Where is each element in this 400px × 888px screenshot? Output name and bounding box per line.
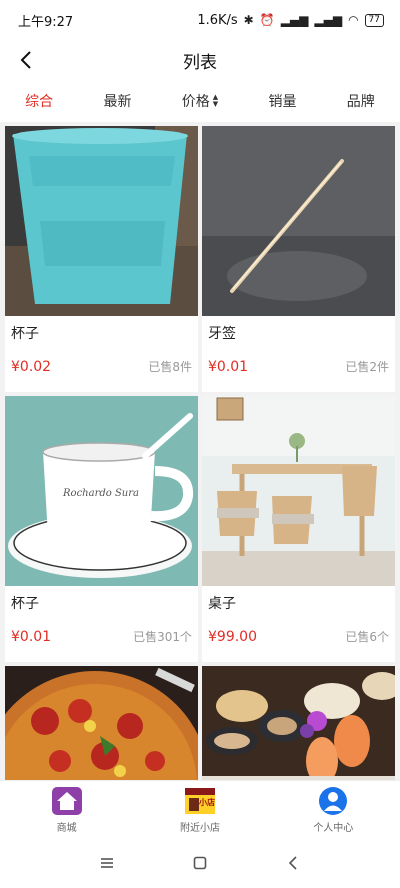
product-sold: 已售301个 xyxy=(133,630,192,644)
tab-label: 个人中心 xyxy=(313,822,354,834)
menu-icon xyxy=(100,858,113,868)
product-sold: 已售2件 xyxy=(345,360,389,374)
sort-newest[interactable]: 最新 xyxy=(103,91,131,111)
product-image-toothpick xyxy=(202,126,395,316)
product-card[interactable]: 桌子 ¥99.00 已售6个 xyxy=(202,396,395,662)
battery-icon: 77 xyxy=(364,13,384,27)
product-price: ¥99.00 xyxy=(208,628,257,645)
sort-brand[interactable]: 品牌 xyxy=(347,91,375,111)
cup-print: Rochardo Sura xyxy=(63,488,139,499)
product-sold: 已售8件 xyxy=(148,360,192,374)
product-image-blue-cup xyxy=(5,126,198,316)
menu-button[interactable] xyxy=(87,843,127,883)
sort-comprehensive[interactable]: 综合 xyxy=(25,91,53,111)
system-nav-bar xyxy=(0,838,400,888)
status-time: 上午9:27 xyxy=(18,14,74,30)
product-card[interactable]: 杯子 ¥0.02 已售8件 xyxy=(5,126,198,392)
tab-profile[interactable]: 个人中心 xyxy=(278,786,388,834)
sort-price[interactable]: 价格 ▲ ▼ xyxy=(182,91,218,111)
sort-sales[interactable]: 销量 xyxy=(268,91,296,111)
product-sold: 已售6个 xyxy=(345,630,389,644)
home-button[interactable] xyxy=(180,843,220,883)
tab-label: 商城 xyxy=(56,822,77,834)
chevron-left-icon xyxy=(20,51,31,69)
tab-bar: 商城 小店 附近小店 个人中心 xyxy=(0,780,400,838)
product-name: 桌子 xyxy=(208,596,236,612)
product-image-pizza xyxy=(5,666,198,780)
user-icon xyxy=(316,786,350,816)
alarm-icon: ⏰ xyxy=(259,13,275,27)
tab-mall[interactable]: 商城 xyxy=(12,786,122,834)
product-name: 牙签 xyxy=(208,326,236,342)
signal-2-icon: ▂▄▆ xyxy=(314,13,343,27)
back-button[interactable] xyxy=(12,46,40,74)
product-price: ¥0.02 xyxy=(11,358,52,375)
product-image-coffee-cup: Rochardo Sura xyxy=(5,396,198,586)
product-price: ¥0.01 xyxy=(11,628,52,645)
product-name: 杯子 xyxy=(11,326,39,342)
product-image-dining-table xyxy=(202,396,395,586)
bluetooth-icon: ✱ xyxy=(243,13,254,27)
signal-icon: ▂▄▆ xyxy=(280,13,309,27)
chevron-left-icon xyxy=(289,856,297,870)
nav-bar: 列表 xyxy=(0,40,400,80)
product-price: ¥0.01 xyxy=(208,358,249,375)
sort-bar: 综合 最新 价格 ▲ ▼ 销量 品牌 xyxy=(0,80,400,122)
tab-label: 附近小店 xyxy=(179,822,220,834)
product-card[interactable] xyxy=(202,666,395,780)
back-system-button[interactable] xyxy=(273,843,313,883)
product-image-seafood xyxy=(202,666,395,780)
square-icon xyxy=(193,856,207,870)
product-grid: 杯子 ¥0.02 已售8件 牙签 ¥0.01 已售2件 Rochardo Sur… xyxy=(0,122,400,780)
tab-nearby-shops[interactable]: 小店 附近小店 xyxy=(145,786,255,834)
product-name: 杯子 xyxy=(11,596,39,612)
shop-badge: 小店 xyxy=(198,797,215,807)
status-bar: 上午9:27 1.6K/s ✱ ⏰ ▂▄▆ ▂▄▆ ◠ 77 xyxy=(0,0,400,40)
product-card[interactable] xyxy=(5,666,198,780)
page-title: 列表 xyxy=(183,52,217,73)
product-card[interactable]: 牙签 ¥0.01 已售2件 xyxy=(202,126,395,392)
product-card[interactable]: Rochardo Sura 杯子 ¥0.01 已售301个 xyxy=(5,396,198,662)
net-speed: 1.6K/s xyxy=(197,12,238,28)
wifi-icon: ◠ xyxy=(348,13,359,27)
sort-arrows-icon: ▲ ▼ xyxy=(212,93,219,108)
shop-icon: 小店 xyxy=(183,786,217,816)
home-icon xyxy=(50,786,84,816)
